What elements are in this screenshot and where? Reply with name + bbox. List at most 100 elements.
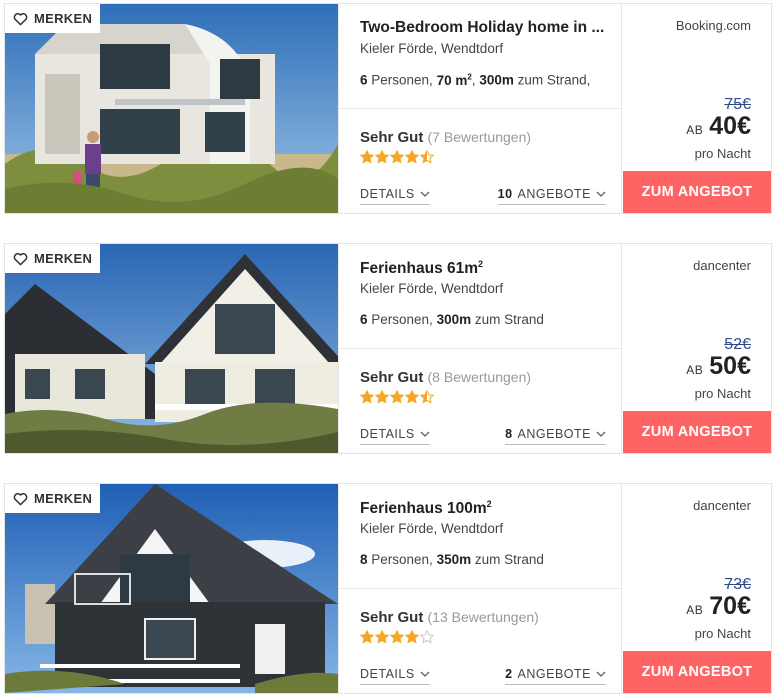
holiday-home-photo — [5, 484, 338, 693]
star-rating — [360, 390, 434, 404]
beach-distance: 350m — [436, 552, 472, 567]
current-price: AB 50€ — [686, 352, 751, 381]
rating: Sehr Gut (13 Bewertungen) — [360, 609, 539, 626]
divider — [339, 108, 621, 109]
details-button[interactable]: DETAILS — [360, 427, 430, 445]
divider — [339, 588, 621, 589]
offers-button[interactable]: 8 ANGEBOTE — [505, 427, 606, 445]
price-unit: pro Nacht — [694, 386, 751, 401]
offers-label: ANGEBOTE — [517, 187, 591, 201]
price-panel: dancenter 73€ AB 70€ pro Nacht ZUM ANGEBO… — [623, 484, 771, 693]
star-full-icon — [360, 390, 374, 404]
price-unit: pro Nacht — [694, 146, 751, 161]
heart-icon — [13, 12, 28, 25]
listing-card: MERKEN Ferienhaus 100m2 Kieler Förde, We… — [4, 483, 772, 694]
price-prefix: AB — [686, 603, 704, 617]
price-panel: Booking.com 75€ AB 40€ pro Nacht ZUM ANGE… — [623, 4, 771, 213]
star-full-icon — [360, 150, 374, 164]
rating-label: Sehr Gut — [360, 609, 424, 626]
chevron-down-icon — [420, 431, 430, 437]
details-button[interactable]: DETAILS — [360, 187, 430, 205]
chevron-down-icon — [420, 671, 430, 677]
divider — [339, 348, 621, 349]
details-button[interactable]: DETAILS — [360, 667, 430, 685]
details-label: DETAILS — [360, 187, 415, 201]
zum-angebot-button[interactable]: ZUM ANGEBOT — [623, 411, 771, 453]
merken-button[interactable]: MERKEN — [5, 244, 101, 273]
listing-card: MERKEN Ferienhaus 61m2 Kieler Förde, Wen… — [4, 243, 772, 454]
listing-location: Kieler Förde, Wendtdorf — [360, 281, 504, 296]
star-full-icon — [405, 630, 419, 644]
area-value: 70 m — [436, 72, 468, 88]
listing-photo[interactable]: MERKEN — [5, 484, 338, 693]
chevron-down-icon — [420, 191, 430, 197]
rating: Sehr Gut (7 Bewertungen) — [360, 129, 531, 146]
provider-name: Booking.com — [675, 18, 751, 33]
listing-location: Kieler Förde, Wendtdorf — [360, 41, 504, 56]
offers-count: 2 — [505, 667, 513, 681]
listing-info: Ferienhaus 61m2 Kieler Förde, Wendtdorf … — [338, 244, 622, 453]
offers-label: ANGEBOTE — [517, 427, 591, 441]
listing-title-text: Ferienhaus 61m — [360, 260, 479, 278]
star-full-icon — [390, 390, 404, 404]
persons-count: 6 — [360, 72, 368, 88]
listing-photo[interactable]: MERKEN — [5, 244, 338, 453]
chevron-down-icon — [596, 431, 606, 437]
offers-count: 8 — [505, 427, 513, 441]
beach-distance: 300m — [479, 72, 514, 88]
star-rating — [360, 150, 434, 164]
listing-title[interactable]: Ferienhaus 100m2 — [360, 499, 610, 518]
listing-photo[interactable]: MERKEN — [5, 4, 338, 213]
current-price: AB 40€ — [686, 112, 751, 141]
star-full-icon — [375, 150, 389, 164]
star-full-icon — [375, 390, 389, 404]
merken-label: MERKEN — [34, 491, 93, 506]
chevron-down-icon — [596, 191, 606, 197]
current-price: AB 70€ — [686, 592, 751, 621]
star-empty-icon — [420, 630, 434, 644]
provider-name: dancenter — [693, 258, 751, 273]
rating-label: Sehr Gut — [360, 369, 424, 386]
persons-count: 6 — [360, 312, 368, 327]
holiday-home-photo — [5, 244, 338, 453]
listing-info: Ferienhaus 100m2 Kieler Förde, Wendtdorf… — [338, 484, 622, 693]
price-panel: dancenter 52€ AB 50€ pro Nacht ZUM ANGEBO… — [623, 244, 771, 453]
merken-button[interactable]: MERKEN — [5, 4, 101, 33]
price-unit: pro Nacht — [694, 626, 751, 641]
listing-info: Two-Bedroom Holiday home in ... Kieler F… — [338, 4, 622, 213]
listing-title-text: Ferienhaus 100m — [360, 500, 487, 518]
chevron-down-icon — [596, 671, 606, 677]
details-label: DETAILS — [360, 667, 415, 681]
listing-title[interactable]: Two-Bedroom Holiday home in ... — [360, 19, 610, 37]
offers-label: ANGEBOTE — [517, 667, 591, 681]
persons-label: Personen, — [367, 312, 437, 327]
persons-count: 8 — [360, 552, 368, 567]
star-rating — [360, 630, 434, 644]
heart-icon — [13, 492, 28, 505]
offers-count: 10 — [497, 187, 513, 201]
listing-card: MERKEN Two-Bedroom Holiday home in ... K… — [4, 3, 772, 214]
star-half-icon — [420, 390, 434, 404]
star-full-icon — [390, 150, 404, 164]
star-full-icon — [405, 390, 419, 404]
beach-distance: 300m — [436, 312, 472, 327]
rating-count[interactable]: (13 Bewertungen) — [428, 609, 539, 625]
holiday-home-photo — [5, 4, 338, 213]
offers-button[interactable]: 10 ANGEBOTE — [497, 187, 606, 205]
offers-button[interactable]: 2 ANGEBOTE — [505, 667, 606, 685]
beach-label: zum Strand — [471, 312, 544, 327]
rating-count[interactable]: (8 Bewertungen) — [428, 369, 532, 385]
price-prefix: AB — [686, 123, 704, 137]
beach-label: zum Strand — [471, 552, 544, 567]
heart-icon — [13, 252, 28, 265]
persons-label: Personen, — [367, 72, 437, 88]
zum-angebot-button[interactable]: ZUM ANGEBOT — [623, 171, 771, 213]
star-full-icon — [375, 630, 389, 644]
rating-count[interactable]: (7 Bewertungen) — [428, 129, 532, 145]
merken-button[interactable]: MERKEN — [5, 484, 101, 513]
rating-label: Sehr Gut — [360, 129, 424, 146]
listing-facts: 8 Personen, 350m zum Strand — [360, 552, 544, 567]
listing-title[interactable]: Ferienhaus 61m2 — [360, 259, 610, 278]
star-half-icon — [420, 150, 434, 164]
zum-angebot-button[interactable]: ZUM ANGEBOT — [623, 651, 771, 693]
